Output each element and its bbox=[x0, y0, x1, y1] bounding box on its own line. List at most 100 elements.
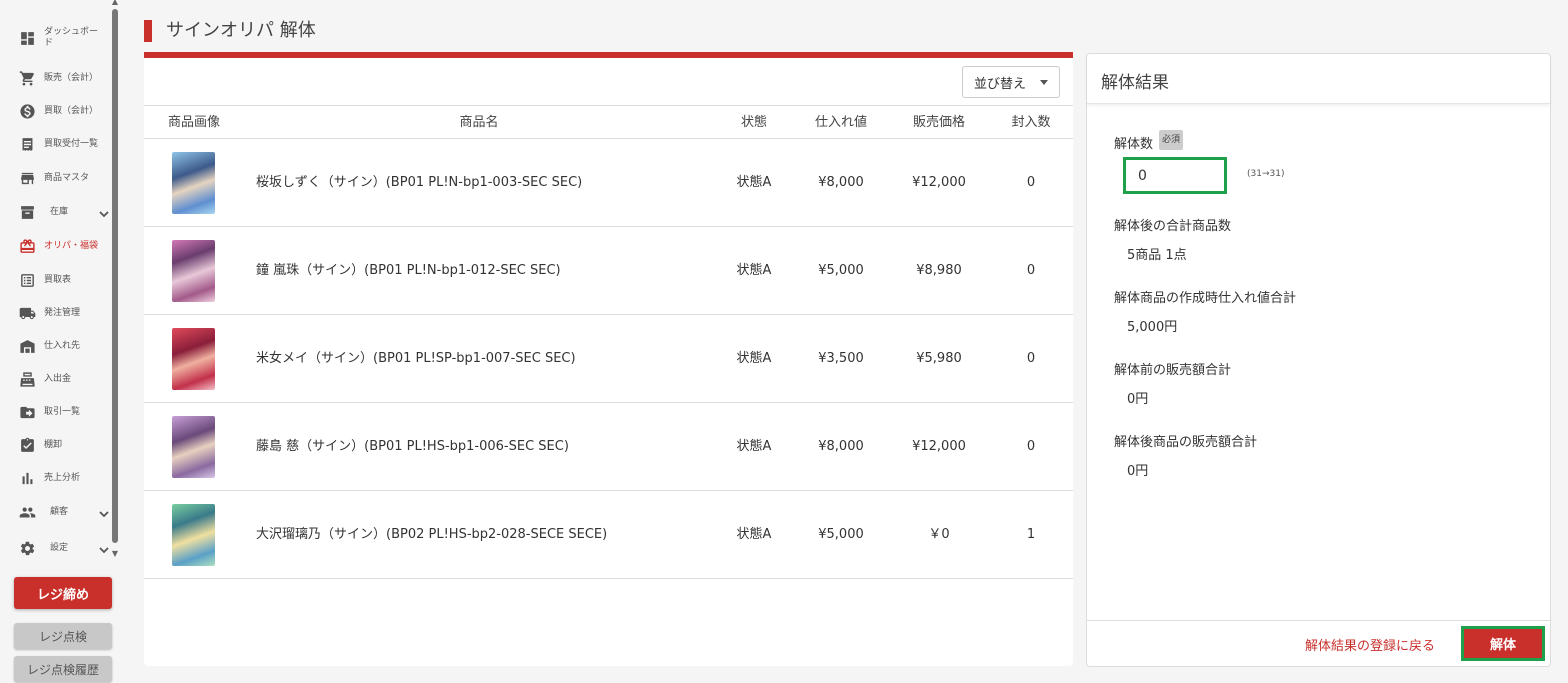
product-price: ¥12,000 bbox=[912, 175, 966, 190]
sidebar-item-customers[interactable]: 顧客 bbox=[18, 502, 110, 522]
scroll-up-arrow-icon[interactable]: ▲ bbox=[110, 0, 120, 6]
register-check-history-button[interactable]: レジ点検履歴 bbox=[14, 656, 112, 682]
bar-chart-icon bbox=[18, 469, 36, 487]
warehouse-icon bbox=[18, 337, 36, 355]
scroll-down-arrow-icon[interactable]: ▼ bbox=[110, 550, 120, 558]
sidebar-item-cash[interactable]: 入出金 bbox=[18, 369, 110, 389]
before-sales-value: 0円 bbox=[1127, 392, 1149, 407]
dollar-icon bbox=[18, 102, 36, 120]
after-sales-value: 0円 bbox=[1127, 464, 1149, 479]
sidebar-item-label: 棚卸 bbox=[44, 439, 63, 450]
archive-icon bbox=[18, 203, 36, 221]
column-header-name: 商品名 bbox=[459, 115, 499, 130]
list-icon bbox=[18, 271, 36, 289]
product-count: 1 bbox=[1026, 527, 1036, 542]
sidebar-item-oripa[interactable]: オリパ・福袋 bbox=[18, 236, 110, 256]
total-items-label: 解体後の合計商品数 bbox=[1114, 219, 1232, 234]
sidebar-item-sales-analysis[interactable]: 売上分析 bbox=[18, 468, 110, 488]
sidebar-item-label: オリパ・福袋 bbox=[44, 240, 99, 251]
close-register-button[interactable]: レジ締め bbox=[14, 577, 112, 609]
qty-input[interactable] bbox=[1123, 157, 1227, 194]
product-cost: ¥8,000 bbox=[818, 439, 864, 454]
product-condition: 状態A bbox=[736, 527, 772, 542]
sidebar-item-label: 顧客 bbox=[50, 506, 69, 517]
sidebar-item-dashboard[interactable]: ダッシュボード bbox=[18, 27, 110, 48]
product-count: 0 bbox=[1026, 351, 1036, 366]
sidebar-item-label: 設定 bbox=[50, 542, 69, 553]
product-count: 0 bbox=[1026, 439, 1036, 454]
sidebar-item-settings[interactable]: 設定 bbox=[18, 538, 110, 558]
product-table-panel: 並び替え 商品画像 商品名 状態 仕入れ値 販売価格 封入数 桜坂しずく（サイン… bbox=[144, 52, 1073, 666]
product-condition: 状態A bbox=[736, 351, 772, 366]
product-cost: ¥5,000 bbox=[818, 527, 864, 542]
dismantle-button[interactable]: 解体 bbox=[1461, 626, 1545, 661]
sidebar-item-label: ダッシュボード bbox=[44, 27, 99, 48]
sidebar-item-purchase[interactable]: 買取（会計） bbox=[18, 101, 110, 121]
product-name: 桜坂しずく（サイン）(BP01 PL!N-bp1-003-SEC SEC) bbox=[256, 175, 583, 190]
sidebar-item-label: 取引一覧 bbox=[44, 406, 81, 417]
sidebar-item-label: 入出金 bbox=[44, 373, 72, 384]
product-name: 鐘 嵐珠（サイン）(BP01 PL!N-bp1-012-SEC SEC) bbox=[256, 263, 561, 278]
folder-arrow-icon bbox=[18, 403, 36, 421]
gear-icon bbox=[18, 539, 36, 557]
column-header-condition: 状態 bbox=[740, 115, 767, 130]
sidebar-item-sales[interactable]: 販売（会計） bbox=[18, 68, 110, 88]
sidebar-item-inventory[interactable]: 在庫 bbox=[18, 202, 110, 222]
caret-down-icon bbox=[1040, 80, 1048, 85]
product-price: ¥8,980 bbox=[916, 263, 962, 278]
table-row[interactable]: 鐘 嵐珠（サイン）(BP01 PL!N-bp1-012-SEC SEC) 状態A… bbox=[144, 227, 1073, 315]
product-count: 0 bbox=[1026, 175, 1036, 190]
sidebar-item-label: 売上分析 bbox=[44, 472, 81, 483]
product-image bbox=[172, 328, 215, 390]
gift-icon bbox=[18, 237, 36, 255]
checklist-icon bbox=[18, 436, 36, 454]
chevron-down-icon bbox=[98, 505, 110, 518]
panel-title: 解体結果 bbox=[1101, 73, 1169, 93]
product-count: 0 bbox=[1026, 263, 1036, 278]
chevron-down-icon bbox=[98, 205, 110, 218]
sidebar-item-purchase-receipts[interactable]: 買取受付一覧 bbox=[18, 134, 110, 154]
sidebar-item-label: 買取表 bbox=[44, 274, 72, 285]
sidebar-item-label: 発注管理 bbox=[44, 307, 81, 318]
store-icon bbox=[18, 169, 36, 187]
people-icon bbox=[18, 503, 36, 521]
product-image bbox=[172, 152, 215, 214]
column-header-cost: 仕入れ値 bbox=[814, 115, 867, 130]
product-image bbox=[172, 416, 215, 478]
sidebar-item-label: 販売（会計） bbox=[44, 72, 99, 83]
sidebar-item-suppliers[interactable]: 仕入れ先 bbox=[18, 336, 110, 356]
product-cost: ¥5,000 bbox=[818, 263, 864, 278]
sidebar-item-stocktake[interactable]: 棚卸 bbox=[18, 435, 110, 455]
after-sales-label: 解体後商品の販売額合計 bbox=[1114, 435, 1258, 450]
product-cost: ¥3,500 bbox=[818, 351, 864, 366]
scroll-thumb[interactable] bbox=[112, 9, 118, 543]
table-row[interactable]: 桜坂しずく（サイン）(BP01 PL!N-bp1-003-SEC SEC) 状態… bbox=[144, 139, 1073, 227]
sidebar-item-orders[interactable]: 発注管理 bbox=[18, 303, 110, 323]
sidebar-item-label: 在庫 bbox=[50, 206, 69, 217]
table-row[interactable]: 藤島 慈（サイン）(BP01 PL!HS-bp1-006-SEC SEC) 状態… bbox=[144, 403, 1073, 491]
table-row[interactable]: 大沢瑠璃乃（サイン）(BP02 PL!HS-bp2-028-SECE SECE)… bbox=[144, 491, 1073, 579]
register-check-button[interactable]: レジ点検 bbox=[14, 623, 112, 649]
sort-select[interactable]: 並び替え bbox=[962, 66, 1060, 98]
product-price: ¥12,000 bbox=[912, 439, 966, 454]
product-cost: ¥8,000 bbox=[818, 175, 864, 190]
product-name: 米女メイ（サイン）(BP01 PL!SP-bp1-007-SEC SEC) bbox=[256, 351, 576, 366]
back-to-registration-link[interactable]: 解体結果の登録に戻る bbox=[1305, 635, 1435, 654]
product-price: ¥5,980 bbox=[916, 351, 962, 366]
cart-icon bbox=[18, 69, 36, 87]
sidebar-item-label: 仕入れ先 bbox=[44, 340, 81, 351]
sidebar-scrollbar[interactable]: ▲ ▼ bbox=[110, 0, 120, 560]
sidebar-item-product-master[interactable]: 商品マスタ bbox=[18, 168, 110, 188]
sidebar-item-label: 商品マスタ bbox=[44, 172, 90, 183]
sidebar-item-purchase-table[interactable]: 買取表 bbox=[18, 270, 110, 290]
sidebar-item-transactions[interactable]: 取引一覧 bbox=[18, 402, 110, 422]
product-condition: 状態A bbox=[736, 439, 772, 454]
column-header-count: 封入数 bbox=[1011, 115, 1051, 130]
table-row[interactable]: 米女メイ（サイン）(BP01 PL!SP-bp1-007-SEC SEC) 状態… bbox=[144, 315, 1073, 403]
total-items-value: 5商品 1点 bbox=[1127, 248, 1187, 263]
chevron-down-icon bbox=[98, 541, 110, 554]
column-header-image: 商品画像 bbox=[167, 115, 220, 130]
sort-select-label: 並び替え bbox=[974, 76, 1027, 92]
qty-label: 解体数 bbox=[1114, 137, 1154, 152]
cost-total-label: 解体商品の作成時仕入れ値合計 bbox=[1114, 291, 1297, 306]
